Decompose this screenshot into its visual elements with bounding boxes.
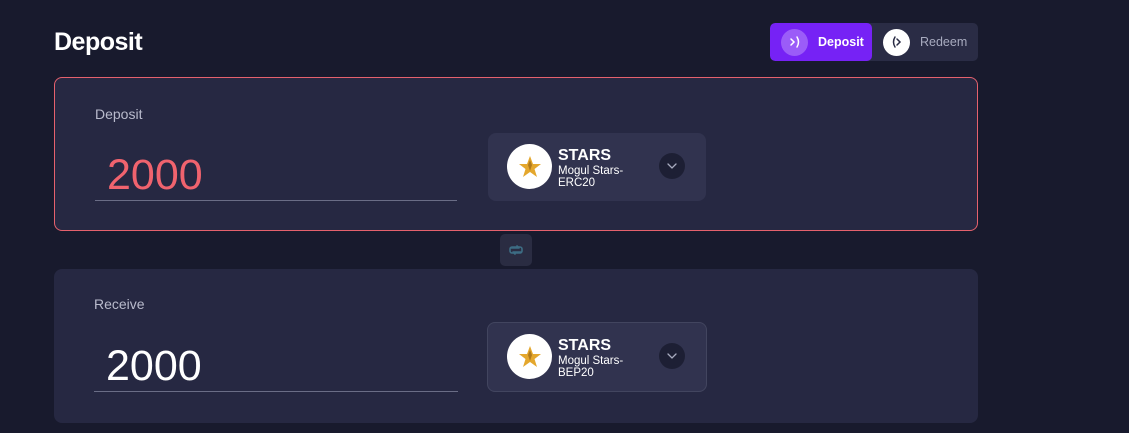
redeem-arrow-icon <box>883 28 910 56</box>
deposit-token-select[interactable]: STARS Mogul Stars-ERC20 <box>488 133 706 201</box>
redeem-mode-button[interactable]: Redeem <box>872 23 978 61</box>
mode-toggle: Deposit Redeem <box>770 23 978 61</box>
receive-token-select[interactable]: STARS Mogul Stars-BEP20 <box>487 322 707 392</box>
deposit-token-symbol: STARS <box>558 147 612 164</box>
chevron-down-icon <box>659 343 685 369</box>
receive-field-label: Receive <box>94 296 145 312</box>
deposit-token-name: Mogul Stars-ERC20 <box>558 165 624 189</box>
deposit-field-label: Deposit <box>95 106 143 122</box>
redeem-mode-label: Redeem <box>920 35 968 49</box>
swap-icon <box>509 245 523 255</box>
swap-button[interactable] <box>500 234 532 266</box>
receive-amount-input[interactable] <box>94 342 458 392</box>
receive-card: Receive STARS Mogul Stars-BEP20 <box>54 269 978 423</box>
receive-token-name: Mogul Stars-BEP20 <box>558 355 624 379</box>
deposit-mode-label: Deposit <box>818 35 864 49</box>
page-title: Deposit <box>54 28 143 56</box>
star-logo-icon <box>507 144 552 189</box>
deposit-amount-input[interactable] <box>95 151 457 201</box>
chevron-down-icon <box>659 153 685 179</box>
deposit-card: Deposit STARS Mogul Stars-ERC20 <box>54 77 978 231</box>
receive-token-symbol: STARS <box>558 337 612 354</box>
deposit-mode-button[interactable]: Deposit <box>770 23 872 61</box>
deposit-arrow-icon <box>781 28 808 56</box>
star-logo-icon <box>507 334 552 379</box>
